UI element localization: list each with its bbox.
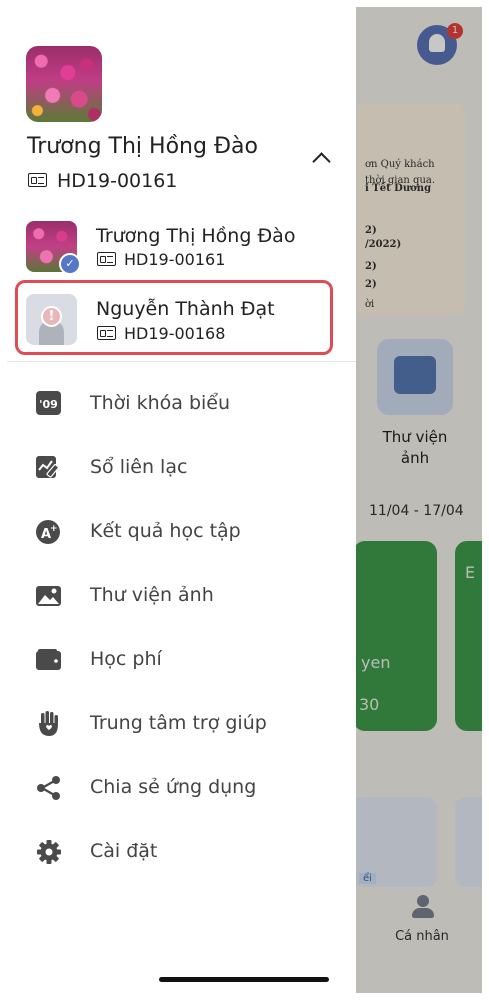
- menu-item-help-center[interactable]: Trung tâm trợ giúp: [7, 695, 356, 751]
- divider: [7, 361, 356, 362]
- wallet-icon: [35, 647, 63, 673]
- menu-item-share-app[interactable]: Chia sẻ ứng dụng: [7, 759, 356, 815]
- settings-gear-icon: [35, 839, 63, 865]
- side-drawer: Trương Thị Hồng Đào HD19-00161 ✓ Trương …: [7, 7, 356, 993]
- menu-item-label: Sổ liên lạc: [90, 456, 188, 478]
- menu-item-label: Chia sẻ ứng dụng: [90, 776, 257, 798]
- chevron-up-icon[interactable]: [312, 152, 331, 171]
- menu-item-label: Kết quả học tập: [90, 520, 241, 542]
- photo-gallery-icon: [35, 583, 63, 609]
- menu-item-tuition[interactable]: Học phí: [7, 631, 356, 687]
- profile-avatar: [26, 46, 102, 122]
- menu-item-label: Trung tâm trợ giúp: [90, 712, 267, 734]
- account-name: Trương Thị Hồng Đào: [96, 225, 296, 247]
- menu-item-learning-results[interactable]: A + Kết quả học tập: [7, 503, 356, 559]
- app-frame: 1 ơn Quý khách thời gian qua. i Tết Dươn…: [7, 7, 482, 993]
- svg-text:+: +: [50, 524, 58, 534]
- grade-result-icon: A +: [35, 519, 63, 545]
- menu-item-settings[interactable]: Cài đặt: [7, 823, 356, 879]
- menu-item-label: Học phí: [90, 648, 162, 670]
- menu-item-contact-book[interactable]: Sổ liên lạc: [7, 439, 356, 495]
- account-student-code: HD19-00161: [124, 250, 226, 269]
- share-icon: [35, 775, 63, 801]
- profile-student-code: HD19-00161: [57, 170, 178, 192]
- calendar-09-icon: '09: [35, 391, 63, 417]
- menu-item-timetable[interactable]: '09 Thời khóa biểu: [7, 375, 356, 431]
- menu-item-label: Thời khóa biểu: [90, 392, 231, 414]
- menu-item-label: Cài đặt: [90, 840, 158, 862]
- home-indicator: [159, 977, 329, 982]
- highlight-annotation-box: [15, 280, 333, 355]
- profile-name: Trương Thị Hồng Đào: [27, 134, 258, 159]
- contact-book-icon: [35, 455, 63, 481]
- id-card-icon: [28, 173, 47, 187]
- help-hand-icon: [35, 711, 63, 737]
- menu-item-photo-gallery[interactable]: Thư viện ảnh: [7, 567, 356, 623]
- menu-item-label: Thư viện ảnh: [90, 584, 214, 606]
- id-card-icon: [97, 252, 116, 266]
- verified-check-icon: ✓: [59, 253, 81, 275]
